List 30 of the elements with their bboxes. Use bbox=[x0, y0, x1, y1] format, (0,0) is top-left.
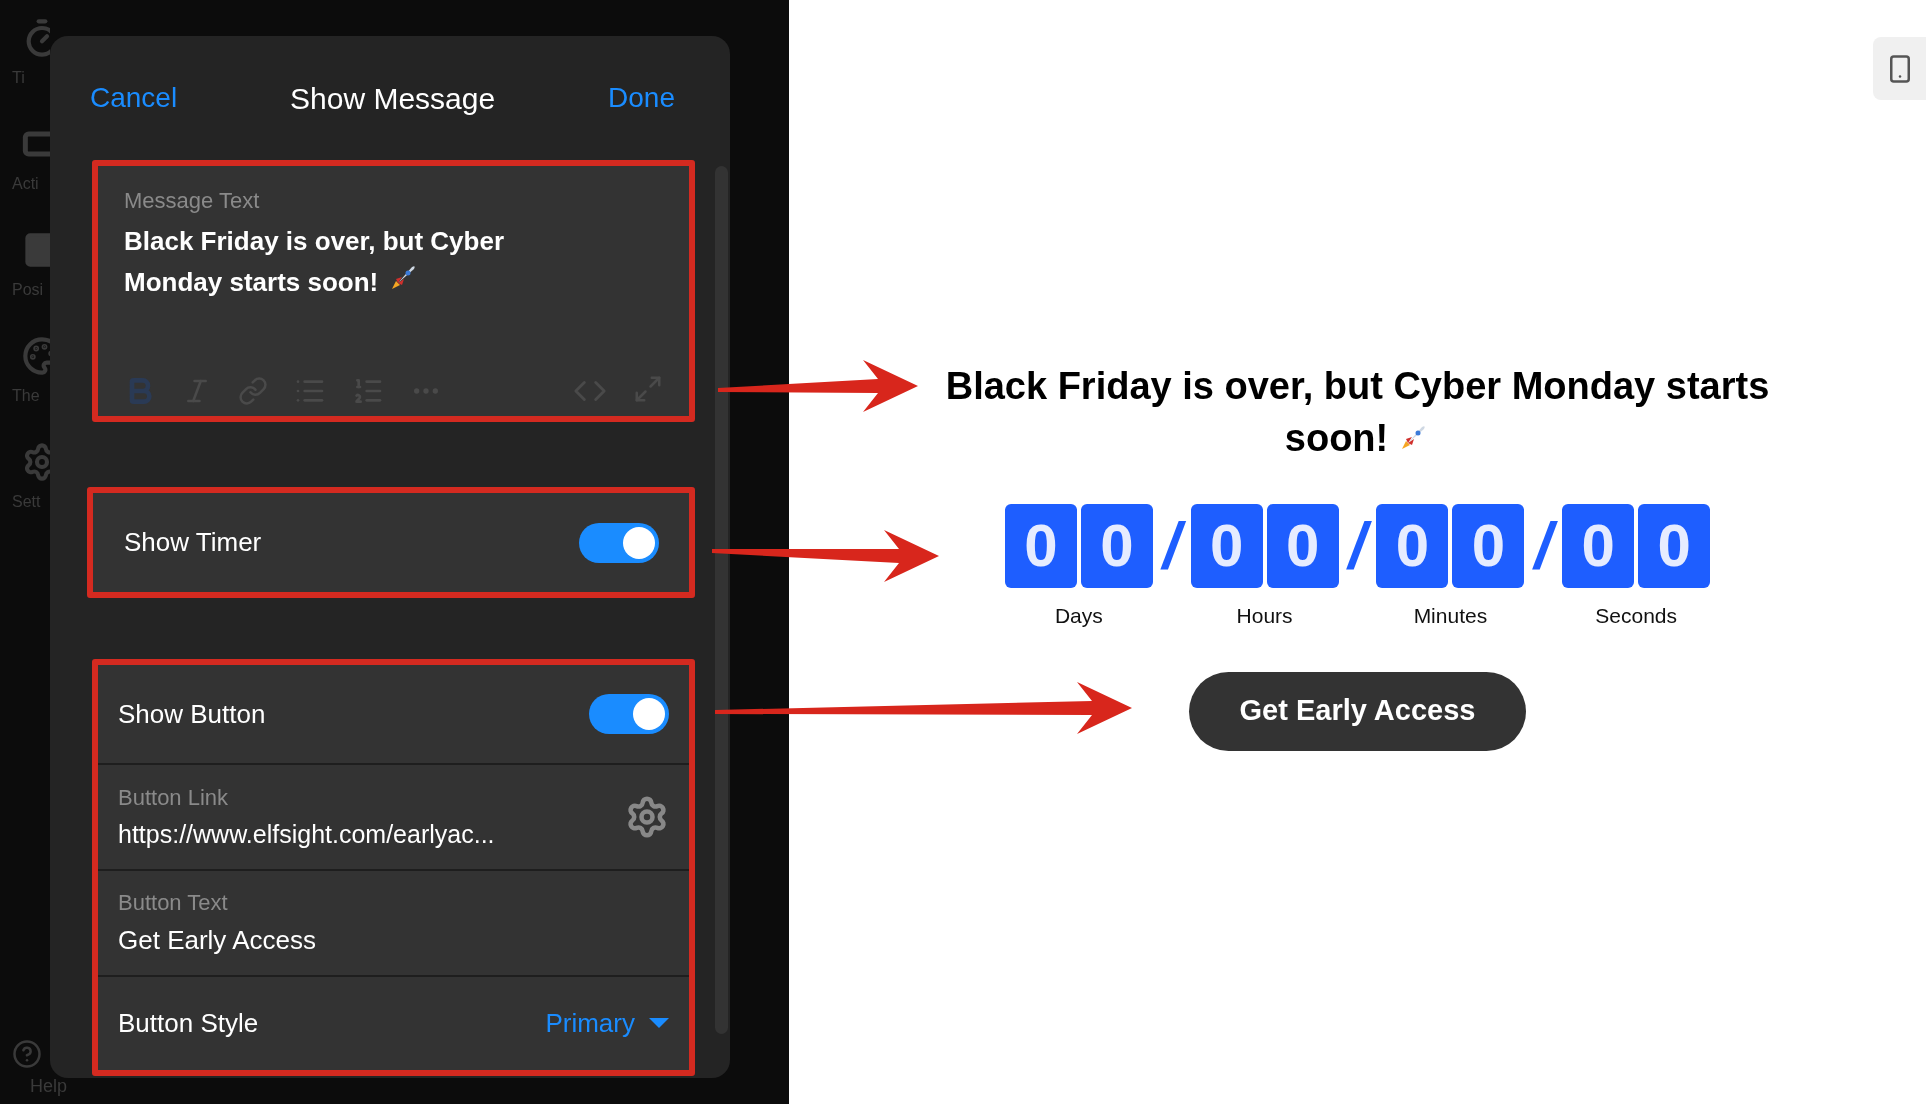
cta-button[interactable]: Get Early Access bbox=[1189, 671, 1526, 751]
field-label: Message Text bbox=[124, 187, 261, 215]
digit-tile: 0 bbox=[1562, 504, 1635, 588]
digit-tile: 0 bbox=[1376, 504, 1449, 588]
timer-label: Minutes bbox=[1413, 603, 1488, 629]
digit-tile: 0 bbox=[1638, 504, 1711, 588]
digit-tile: 0 bbox=[1266, 504, 1339, 588]
setting-label: Button Style bbox=[118, 1007, 259, 1040]
timer-label: Hours bbox=[1236, 603, 1293, 629]
setting-label: Show Button bbox=[118, 697, 266, 731]
field-value: Get Early Access bbox=[118, 924, 317, 957]
done-button[interactable]: Done bbox=[608, 77, 675, 119]
field-label: Button Link bbox=[118, 783, 230, 812]
timer-label: Seconds bbox=[1595, 603, 1678, 629]
cancel-button[interactable]: Cancel bbox=[90, 77, 178, 119]
style-dropdown[interactable]: Primary bbox=[545, 1004, 669, 1043]
dialog-title: Show Message bbox=[290, 80, 496, 117]
digit-tile: 0 bbox=[1190, 504, 1263, 588]
field-value: https://www.elfsight.com/earlyac... bbox=[118, 818, 495, 850]
digit-tile: 0 bbox=[1080, 504, 1153, 588]
digit-tile: 0 bbox=[1004, 504, 1077, 588]
digit-tile: 0 bbox=[1452, 504, 1525, 588]
setting-label: Show Timer bbox=[124, 526, 262, 559]
field-label: Button Text bbox=[118, 889, 229, 917]
message-field[interactable]: Message Text Black Friday is over, but Cyber Monday starts soon! bbox=[98, 166, 689, 416]
field-value: Black Friday is over, but Cyber Monday starts soon! bbox=[124, 225, 506, 299]
timer-label: Days bbox=[1054, 603, 1103, 629]
text-field[interactable]: Button Text Get Early Access bbox=[98, 871, 689, 977]
link-field[interactable]: Button Link https://www.elfsight.com/earlyac... bbox=[98, 765, 689, 871]
headline: Black Friday is over, but Cyber Monday starts soon! bbox=[944, 364, 1771, 461]
